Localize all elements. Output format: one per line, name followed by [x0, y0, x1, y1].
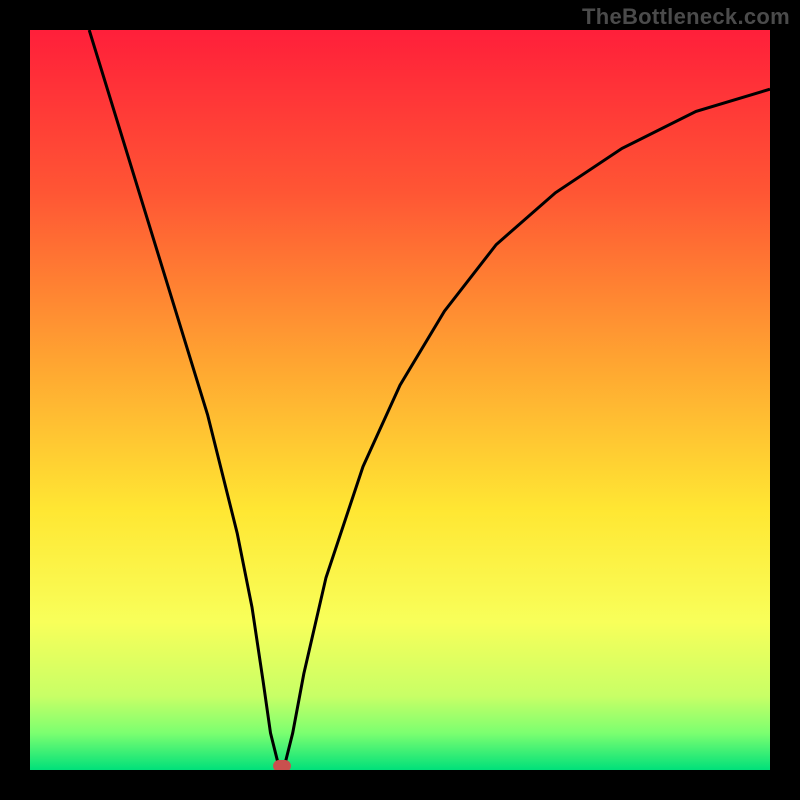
- plot-area: [30, 30, 770, 770]
- watermark-text: TheBottleneck.com: [582, 4, 790, 30]
- chart-frame: TheBottleneck.com: [0, 0, 800, 800]
- optimal-marker: [273, 760, 291, 770]
- bottleneck-curve-path: [89, 30, 770, 766]
- curve-svg: [30, 30, 770, 770]
